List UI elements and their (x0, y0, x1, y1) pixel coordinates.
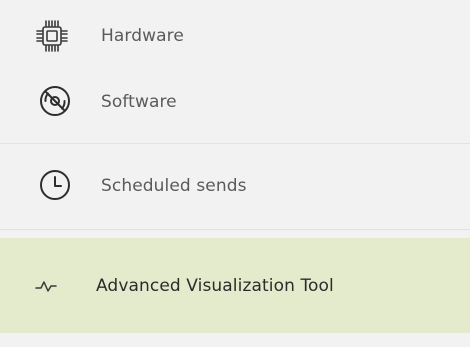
menu-divider (0, 143, 470, 144)
pulse-icon (34, 274, 58, 298)
menu-item-software[interactable]: Software (0, 80, 470, 124)
menu-item-scheduled-sends[interactable]: Scheduled sends (0, 164, 470, 208)
clock-icon (38, 168, 72, 202)
menu-item-label: Hardware (101, 26, 184, 46)
menu-item-hardware[interactable]: Hardware (0, 14, 470, 58)
chip-icon (34, 18, 70, 54)
menu-item-advanced-visualization-tool[interactable]: Advanced Visualization Tool (0, 238, 470, 333)
disc-icon (38, 84, 72, 118)
menu-item-label: Software (101, 92, 177, 112)
side-menu: Hardware Software Scheduled sends Advanc… (0, 0, 470, 347)
menu-item-label: Scheduled sends (101, 176, 247, 196)
menu-item-label: Advanced Visualization Tool (96, 275, 334, 296)
menu-divider (0, 229, 470, 230)
